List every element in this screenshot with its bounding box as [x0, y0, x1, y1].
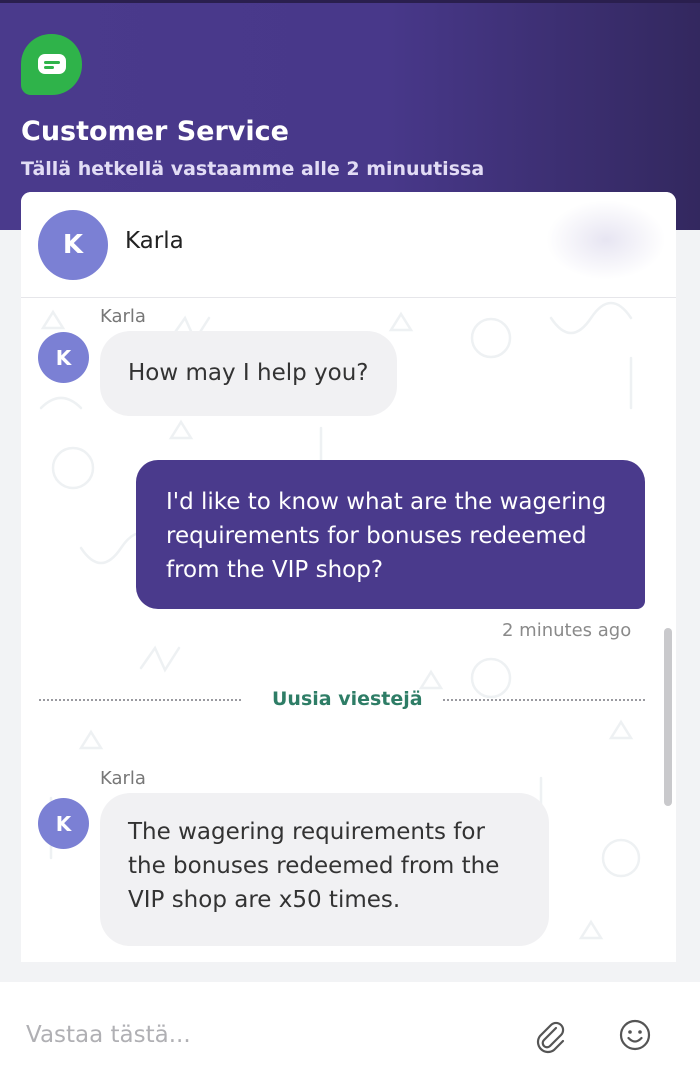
- message-scrollbar[interactable]: [664, 628, 672, 806]
- message-list[interactable]: Karla K How may I help you? I'd like to …: [21, 298, 676, 962]
- agent-message-bubble: The wagering requirements for the bonuse…: [100, 793, 549, 946]
- message-text-line: from the VIP shop?: [166, 557, 384, 583]
- message-sender-label: Karla: [100, 768, 146, 789]
- page-title: Customer Service: [21, 116, 289, 147]
- agent-message-avatar: K: [38, 332, 89, 383]
- message-text-line: requirements for bonuses redeemed: [166, 523, 587, 549]
- header-glow: [546, 200, 666, 280]
- message-sender-label: Karla: [100, 306, 146, 327]
- chat-window: K Karla Karla K How may I help you? I'd …: [21, 192, 676, 962]
- user-message-bubble: I'd like to know what are the wagering r…: [136, 460, 645, 609]
- message-timestamp: 2 minutes ago: [502, 620, 632, 641]
- reply-input[interactable]: [24, 1016, 508, 1054]
- message-text-line: I'd like to know what are the wagering: [166, 489, 607, 515]
- response-time-subtitle: Tällä hetkellä vastaamme alle 2 minuutis…: [21, 158, 485, 180]
- message-composer: [0, 982, 700, 1085]
- agent-name: Karla: [125, 228, 184, 254]
- smiley-icon[interactable]: [618, 1018, 652, 1052]
- chat-bubble-icon: [21, 34, 82, 95]
- new-messages-divider: Uusia viestejä: [272, 688, 423, 710]
- message-text-line: The wagering requirements for: [128, 819, 485, 845]
- agent-header: K Karla: [21, 192, 676, 298]
- message-text-line: VIP shop are x50 times.: [128, 887, 401, 913]
- agent-message-bubble: How may I help you?: [100, 331, 397, 416]
- agent-avatar: K: [38, 210, 108, 280]
- paperclip-icon[interactable]: [532, 1018, 568, 1054]
- divider-line-right: [443, 699, 645, 701]
- divider-line-left: [39, 699, 241, 701]
- agent-message-avatar: K: [38, 798, 89, 849]
- header-top-strip: [0, 0, 700, 3]
- message-text-line: the bonuses redeemed from the: [128, 853, 500, 879]
- message-text: How may I help you?: [128, 360, 369, 386]
